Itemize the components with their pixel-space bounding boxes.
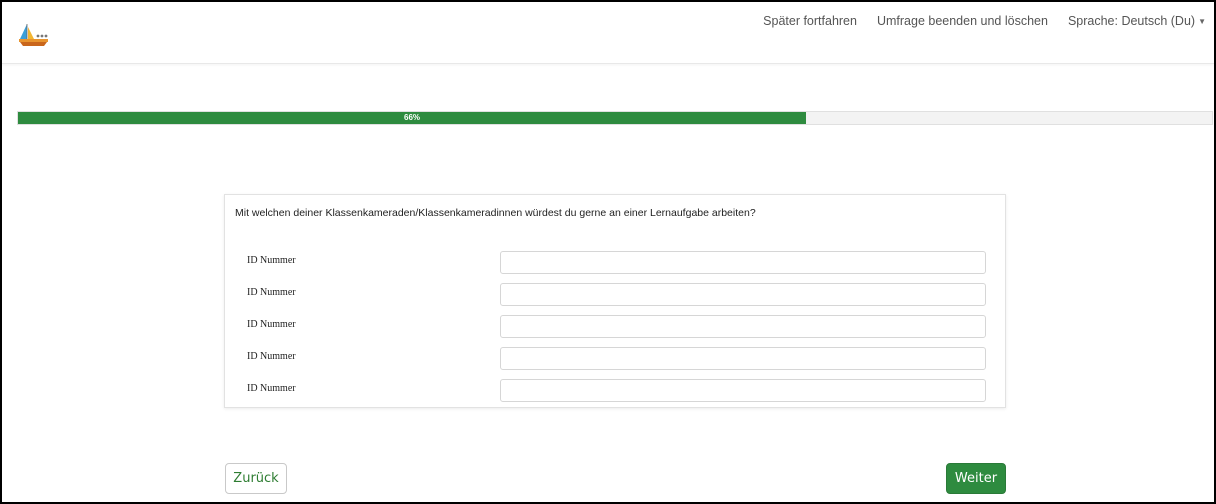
row-label: ID Nummer: [247, 351, 296, 362]
header-links: Später fortfahren Umfrage beenden und lö…: [743, 14, 1206, 28]
exit-and-clear-link[interactable]: Umfrage beenden und löschen: [877, 14, 1048, 28]
answer-row: ID Nummer: [225, 251, 1005, 283]
sailboat-icon[interactable]: [18, 22, 48, 48]
id-number-input[interactable]: [500, 347, 986, 370]
answer-row: ID Nummer: [225, 315, 1005, 347]
row-label: ID Nummer: [247, 287, 296, 298]
progress-bar: 66%: [17, 111, 1213, 125]
question-card: Mit welchen deiner Klassenkameraden/Klas…: [224, 194, 1006, 408]
progress-label: 66%: [404, 113, 421, 122]
question-text: Mit welchen deiner Klassenkameraden/Klas…: [235, 207, 756, 219]
row-label: ID Nummer: [247, 383, 296, 394]
language-dropdown[interactable]: Sprache: Deutsch (Du) ▼: [1068, 14, 1206, 28]
language-label: Sprache: Deutsch (Du): [1067, 14, 1196, 28]
id-number-input[interactable]: [500, 251, 986, 274]
id-number-input[interactable]: [500, 379, 986, 402]
progress-fill: 66%: [18, 112, 807, 124]
back-button[interactable]: Zurück: [225, 463, 287, 494]
survey-page: Später fortfahren Umfrage beenden und lö…: [0, 0, 1216, 504]
answer-row: ID Nummer: [225, 283, 1005, 315]
top-navbar: Später fortfahren Umfrage beenden und lö…: [2, 2, 1214, 64]
answer-row: ID Nummer: [225, 379, 1005, 411]
caret-down-icon: ▼: [1198, 17, 1206, 27]
id-number-input[interactable]: [500, 283, 986, 306]
answer-rows: ID Nummer ID Nummer ID Nummer ID Nummer …: [225, 251, 1005, 411]
id-number-input[interactable]: [500, 315, 986, 338]
next-button[interactable]: Weiter: [946, 463, 1006, 494]
row-label: ID Nummer: [247, 255, 296, 266]
resume-later-link[interactable]: Später fortfahren: [763, 14, 857, 28]
row-label: ID Nummer: [247, 319, 296, 330]
answer-row: ID Nummer: [225, 347, 1005, 379]
